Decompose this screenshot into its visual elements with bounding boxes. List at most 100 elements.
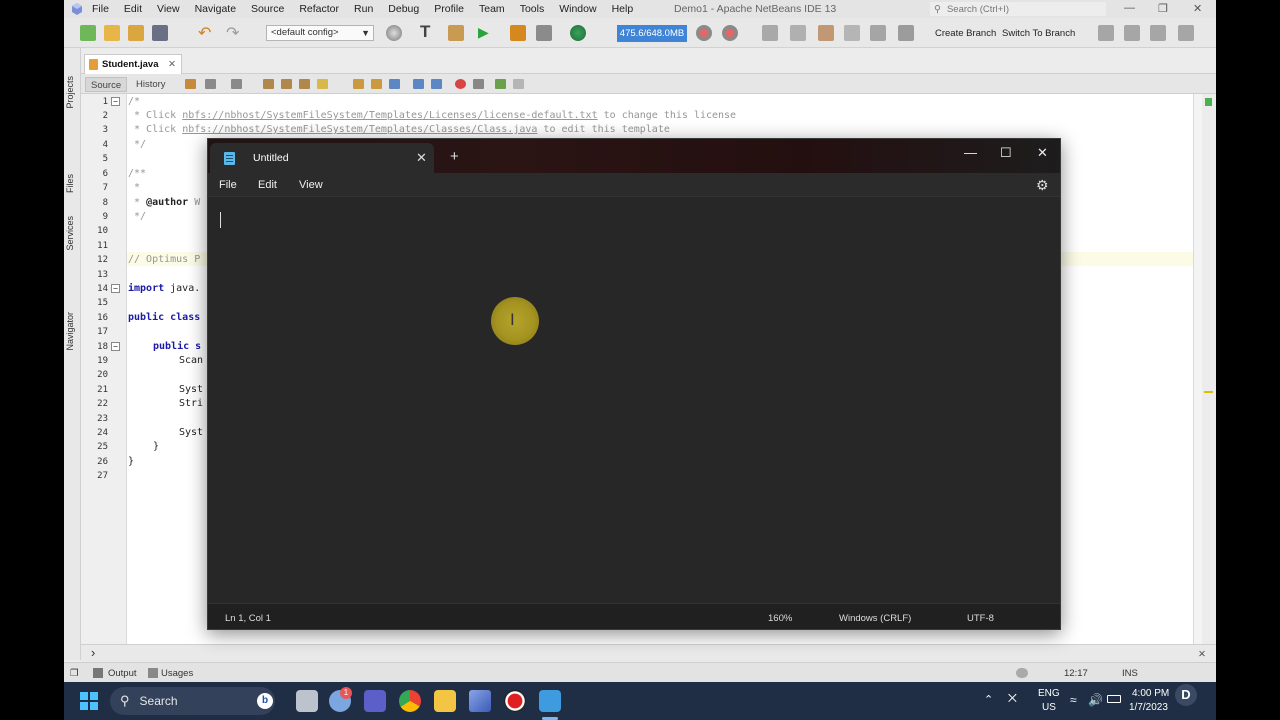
git-branch-icon[interactable] <box>898 25 914 41</box>
close-icon[interactable]: ✕ <box>1037 145 1048 161</box>
shift-left-icon[interactable] <box>413 79 424 89</box>
notifications-icon[interactable] <box>1016 668 1028 678</box>
profile-project-icon[interactable] <box>570 25 586 41</box>
new-file-icon[interactable] <box>80 25 96 41</box>
clean-build-icon[interactable] <box>448 25 464 41</box>
start-macro-icon[interactable] <box>455 79 466 89</box>
close-tab-icon[interactable]: ✕ <box>416 150 427 166</box>
find-previous-icon[interactable] <box>281 79 292 89</box>
notepad-menu-view[interactable]: View <box>299 179 323 191</box>
minimize-icon[interactable]: — <box>964 145 977 160</box>
settings-gear-icon[interactable]: ⚙ <box>1036 177 1049 194</box>
next-bookmark-icon[interactable] <box>371 79 382 89</box>
volume-icon[interactable]: 🔊 <box>1088 693 1103 707</box>
files-side-tab[interactable]: Files <box>65 174 75 193</box>
status-encoding[interactable]: UTF-8 <box>967 613 994 624</box>
gc-icon[interactable] <box>696 25 712 41</box>
stop-macro-icon[interactable] <box>473 79 484 89</box>
network-off-icon[interactable]: ⨉ <box>1008 693 1017 706</box>
close-tab-icon[interactable]: ✕ <box>168 59 176 70</box>
screen-recorder-icon[interactable] <box>504 690 526 712</box>
git-tool-2-icon[interactable] <box>790 25 806 41</box>
usages-tab[interactable]: Usages <box>161 668 193 679</box>
chevron-right-icon[interactable]: › <box>91 645 95 660</box>
status-line-ending[interactable]: Windows (CRLF) <box>839 613 911 624</box>
build-hammer-icon[interactable]: T <box>420 22 436 41</box>
new-tab-button[interactable]: + <box>450 148 459 165</box>
minimize-icon[interactable]: — <box>1124 2 1135 14</box>
open-project-icon[interactable] <box>128 25 144 41</box>
notepad-menu-edit[interactable]: Edit <box>258 179 277 191</box>
menu-edit[interactable]: Edit <box>124 3 142 15</box>
notepad-menu-file[interactable]: File <box>219 179 237 191</box>
editor-vertical-scrollbar[interactable] <box>1193 94 1202 644</box>
menu-file[interactable]: File <box>92 3 109 15</box>
create-branch-button[interactable]: Create Branch <box>935 28 996 39</box>
menu-team[interactable]: Team <box>479 3 505 15</box>
find-selection-icon[interactable] <box>263 79 274 89</box>
ide-search-box[interactable]: ⚲ Search (Ctrl+I) <box>930 2 1106 16</box>
services-side-tab[interactable]: Services <box>65 216 75 251</box>
git-extra-4-icon[interactable] <box>1178 25 1194 41</box>
menu-view[interactable]: View <box>157 3 180 15</box>
output-tab[interactable]: Output <box>108 668 137 679</box>
minimize-panel-icon[interactable]: ❐ <box>70 668 79 679</box>
close-panel-icon[interactable]: ✕ <box>1198 649 1206 660</box>
new-project-icon[interactable] <box>104 25 120 41</box>
status-zoom[interactable]: 160% <box>768 613 792 624</box>
task-view-icon[interactable] <box>296 690 318 712</box>
menu-refactor[interactable]: Refactor <box>299 3 339 15</box>
run-icon[interactable]: ▶ <box>478 24 494 40</box>
toggle-bookmark-icon[interactable] <box>389 79 400 89</box>
tab-history[interactable]: History <box>131 77 171 92</box>
notepad-titlebar[interactable]: Untitled ✕ + — ☐ ✕ <box>208 139 1060 173</box>
menu-run[interactable]: Run <box>354 3 373 15</box>
memory-usage-indicator[interactable]: 475.6/648.0MB <box>617 25 687 42</box>
menu-navigate[interactable]: Navigate <box>195 3 236 15</box>
git-extra-1-icon[interactable] <box>1098 25 1114 41</box>
clock-date[interactable]: 1/7/2023 <box>1129 702 1168 713</box>
wifi-icon[interactable]: ≈ <box>1070 693 1077 707</box>
menu-source[interactable]: Source <box>251 3 284 15</box>
prev-bookmark-icon[interactable] <box>353 79 364 89</box>
switch-branch-button[interactable]: Switch To Branch <box>1002 28 1075 39</box>
config-dropdown[interactable]: <default config> ▼ <box>266 25 374 41</box>
git-extra-3-icon[interactable] <box>1150 25 1166 41</box>
chevron-up-icon[interactable]: ⌃ <box>984 693 993 706</box>
profile-icon[interactable] <box>536 25 552 41</box>
language-bottom[interactable]: US <box>1042 702 1056 713</box>
save-all-icon[interactable] <box>152 25 168 41</box>
menu-help[interactable]: Help <box>612 3 634 15</box>
git-extra-2-icon[interactable] <box>1124 25 1140 41</box>
tab-untitled[interactable]: Untitled ✕ <box>210 143 434 173</box>
undo-icon[interactable]: ↶ <box>198 23 214 42</box>
comment-icon[interactable] <box>495 79 506 89</box>
menu-debug[interactable]: Debug <box>388 3 419 15</box>
fold-toggle-icon[interactable]: − <box>111 342 120 351</box>
redo-icon[interactable]: ↷ <box>226 23 242 42</box>
globe-icon[interactable] <box>386 25 402 41</box>
forward-icon[interactable] <box>231 79 242 89</box>
warning-mark[interactable] <box>1204 391 1213 393</box>
git-tool-1-icon[interactable] <box>762 25 778 41</box>
tab-student-java[interactable]: Student.java ✕ <box>84 54 182 74</box>
file-explorer-icon[interactable] <box>434 690 456 712</box>
debug-icon[interactable] <box>510 25 526 41</box>
close-icon[interactable]: ✕ <box>1193 2 1202 15</box>
git-tool-3-icon[interactable] <box>818 25 834 41</box>
find-next-icon[interactable] <box>299 79 310 89</box>
menu-tools[interactable]: Tools <box>520 3 545 15</box>
restore-icon[interactable]: ❐ <box>1158 2 1168 15</box>
netbeans-taskbar-icon[interactable] <box>469 690 491 712</box>
toggle-highlight-icon[interactable] <box>317 79 328 89</box>
menu-profile[interactable]: Profile <box>434 3 464 15</box>
taskbar-search[interactable]: ⚲ Search b <box>110 687 275 715</box>
start-windows-icon[interactable] <box>80 692 98 710</box>
menu-window[interactable]: Window <box>559 3 596 15</box>
back-icon[interactable] <box>205 79 216 89</box>
gc-snapshot-icon[interactable] <box>722 25 738 41</box>
notepad-text-area[interactable]: I <box>208 197 1060 603</box>
teams-icon[interactable] <box>364 690 386 712</box>
class-template-link[interactable]: nbfs://nbhost/SystemFileSystem/Templates… <box>182 124 537 135</box>
fold-toggle-icon[interactable]: − <box>111 284 120 293</box>
